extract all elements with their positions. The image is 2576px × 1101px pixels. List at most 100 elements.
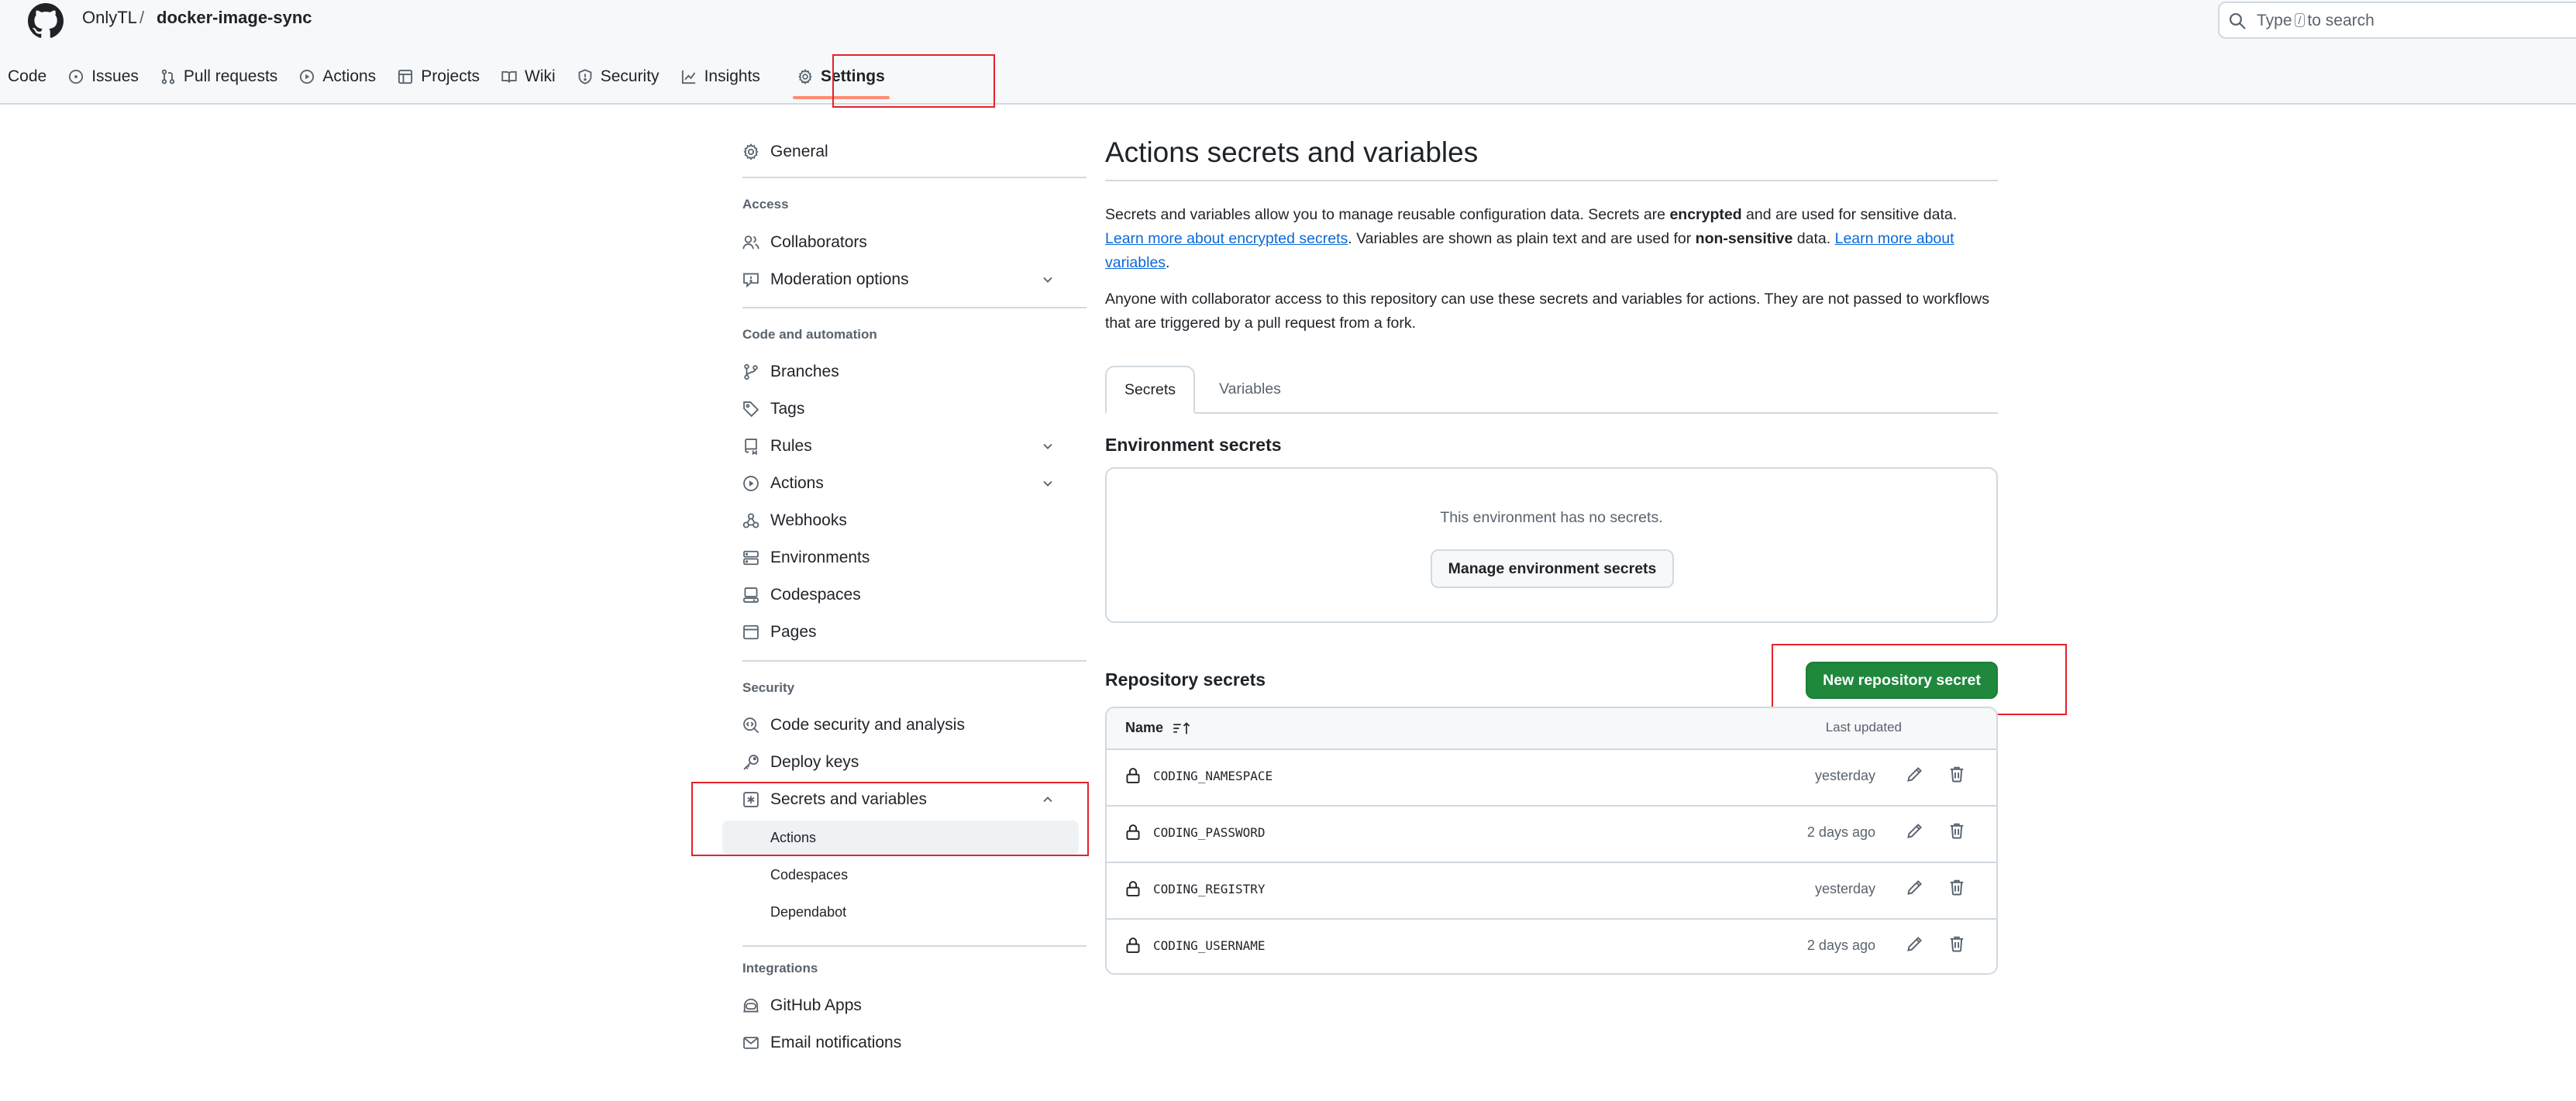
pencil-icon[interactable]: [1906, 766, 1923, 783]
issue-icon: [68, 69, 84, 84]
webhook-icon: [742, 512, 759, 529]
active-tab-underline: [792, 96, 890, 99]
sidebar-item-deploy-keys[interactable]: Deploy keys: [722, 745, 1087, 779]
tab-issues[interactable]: Issues: [57, 59, 150, 95]
table-row: CODING_PASSWORD 2 days ago: [1107, 805, 1996, 863]
pencil-icon[interactable]: [1906, 935, 1923, 952]
tab-wiki[interactable]: Wiki: [491, 59, 567, 95]
tab-code[interactable]: Code: [0, 59, 57, 95]
tab-actions[interactable]: Actions: [288, 59, 387, 95]
new-repository-secret-button[interactable]: New repository secret: [1806, 662, 1998, 699]
tab-security[interactable]: Security: [567, 59, 670, 95]
secret-last-updated: yesterday: [1814, 881, 1875, 896]
trash-icon[interactable]: [1948, 766, 1965, 783]
sidebar-item-code-security[interactable]: Code security and analysis: [722, 708, 1087, 742]
chevron-down-icon: [1040, 439, 1056, 454]
trash-icon[interactable]: [1948, 935, 1965, 952]
github-logo-icon[interactable]: [28, 3, 64, 39]
lock-icon: [1125, 937, 1141, 954]
intro-text: Secrets and variables allow you to manag…: [1105, 206, 1670, 223]
browser-icon: [742, 624, 759, 641]
key-icon: [742, 754, 759, 771]
tab-label: Insights: [704, 67, 760, 85]
column-header-name: Name: [1125, 720, 1164, 735]
repository-secrets-table: Name Last updated CODING_NAMESPACE yeste…: [1105, 707, 1998, 975]
sidebar-divider: [742, 945, 1087, 947]
sort-asc-icon: [1173, 721, 1191, 736]
repo-nav-tabs: Code Issues Pull requests Actions Projec…: [0, 59, 896, 99]
sort-by-name-button[interactable]: Name: [1125, 720, 1191, 736]
breadcrumb-repo-link[interactable]: docker-image-sync: [157, 8, 312, 28]
sidebar-item-label: Pages: [770, 623, 817, 641]
secret-last-updated: yesterday: [1814, 768, 1875, 783]
pull-request-icon: [160, 69, 176, 84]
branch-icon: [742, 363, 759, 380]
sidebar-heading-code-automation: Code and automation: [742, 327, 877, 342]
secret-last-updated: 2 days ago: [1806, 938, 1875, 953]
tab-secrets[interactable]: Secrets: [1105, 366, 1195, 414]
sidebar-item-codespaces[interactable]: Codespaces: [722, 578, 1087, 612]
sidebar-item-label: Secrets and variables: [770, 790, 927, 808]
title-divider: [1105, 180, 1998, 181]
gear-icon: [742, 143, 759, 160]
tab-label: Pull requests: [183, 67, 278, 85]
sidebar-item-github-apps[interactable]: GitHub Apps: [722, 989, 1087, 1023]
sidebar-item-actions[interactable]: Actions: [722, 466, 1087, 501]
sidebar-item-rules[interactable]: Rules: [722, 429, 1087, 463]
tab-insights[interactable]: Insights: [670, 59, 771, 95]
intro-text: data.: [1793, 230, 1835, 247]
chevron-down-icon: [1040, 476, 1056, 491]
sidebar-subitem-codespaces[interactable]: Codespaces: [722, 858, 1079, 892]
breadcrumb-owner-link[interactable]: OnlyTL: [82, 8, 137, 28]
empty-state-text: This environment has no secrets.: [1440, 509, 1663, 526]
trash-icon[interactable]: [1948, 822, 1965, 839]
tab-variables[interactable]: Variables: [1207, 366, 1293, 412]
sidebar-item-environments[interactable]: Environments: [722, 541, 1087, 575]
search-prefix-text: Type: [2257, 12, 2292, 29]
intro-text: . Variables are shown as plain text and …: [1348, 230, 1696, 247]
intro-text: .: [1166, 254, 1170, 271]
secret-last-updated: 2 days ago: [1806, 824, 1875, 840]
sidebar-item-label: Moderation options: [770, 270, 909, 288]
tab-projects[interactable]: Projects: [387, 59, 491, 95]
pencil-icon[interactable]: [1906, 879, 1923, 896]
sidebar-item-pages[interactable]: Pages: [722, 615, 1087, 649]
learn-secrets-link[interactable]: Learn more about encrypted secrets: [1105, 230, 1348, 247]
tab-label: Actions: [322, 67, 377, 85]
sidebar-item-collaborators[interactable]: Collaborators: [722, 225, 1087, 260]
sidebar-item-general[interactable]: General: [722, 135, 1087, 169]
tab-label: Settings: [820, 67, 885, 85]
trash-icon[interactable]: [1948, 879, 1965, 896]
sidebar-subitem-actions[interactable]: Actions: [722, 821, 1079, 855]
intro-bold-encrypted: encrypted: [1669, 206, 1742, 223]
breadcrumb-separator: /: [139, 8, 145, 27]
table-icon: [398, 69, 413, 84]
search-input[interactable]: Type / to search: [2218, 2, 2576, 39]
sidebar-heading-access: Access: [742, 197, 789, 212]
sidebar-item-tags[interactable]: Tags: [722, 392, 1087, 426]
sidebar-item-moderation[interactable]: Moderation options: [722, 263, 1087, 297]
sidebar-item-branches[interactable]: Branches: [722, 355, 1087, 389]
manage-environment-secrets-button[interactable]: Manage environment secrets: [1431, 549, 1674, 588]
sidebar-item-email-notifications[interactable]: Email notifications: [722, 1026, 1087, 1060]
tab-settings[interactable]: Settings: [787, 59, 896, 99]
sidebar-divider: [742, 177, 1087, 178]
sidebar-item-webhooks[interactable]: Webhooks: [722, 504, 1087, 538]
sidebar-item-label: Branches: [770, 363, 839, 380]
tab-pull-requests[interactable]: Pull requests: [150, 59, 288, 95]
chevron-down-icon: [1040, 272, 1056, 287]
tab-label: Issues: [91, 67, 139, 85]
sidebar-item-label: GitHub Apps: [770, 996, 862, 1014]
sidebar-subitem-dependabot[interactable]: Dependabot: [722, 895, 1079, 929]
secret-name: CODING_NAMESPACE: [1153, 769, 1273, 783]
secret-name: CODING_PASSWORD: [1153, 825, 1266, 840]
sidebar-item-secrets-variables[interactable]: Secrets and variables: [722, 783, 1087, 817]
codescan-icon: [742, 717, 759, 734]
search-placeholder: Type / to search: [2257, 12, 2375, 30]
lock-icon: [1125, 767, 1141, 784]
sidebar-item-label: Deploy keys: [770, 753, 859, 771]
pencil-icon[interactable]: [1906, 822, 1923, 839]
sidebar-item-label: Code security and analysis: [770, 716, 965, 734]
secret-name: CODING_USERNAME: [1153, 938, 1266, 953]
intro-text: and are used for sensitive data.: [1741, 206, 1958, 223]
